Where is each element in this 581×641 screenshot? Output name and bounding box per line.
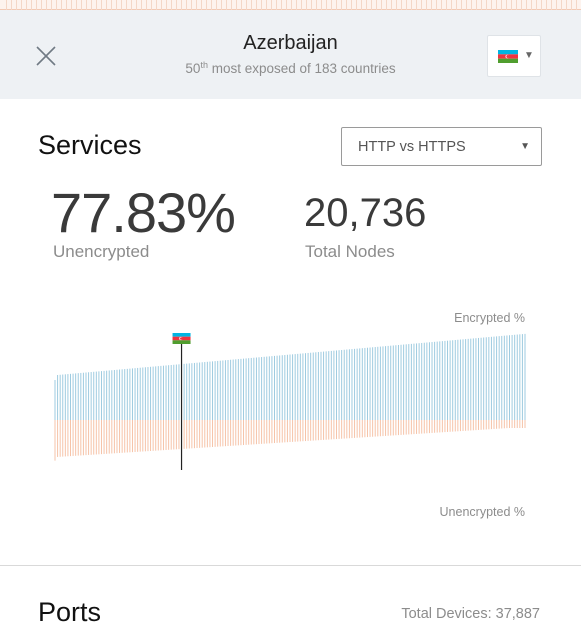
unencrypted-axis-label: Unencrypted % [440,505,525,519]
ports-heading: Ports [38,597,102,627]
service-comparison-value: HTTP vs HTTPS [358,139,466,155]
encrypted-axis-label: Encrypted % [454,311,525,325]
previous-panel-strip [0,0,581,10]
encryption-distribution-chart: Encrypted % Unencrypted % [40,300,540,530]
services-heading: Services [38,130,142,160]
total-nodes-label: Total Nodes [305,242,395,261]
service-comparison-dropdown[interactable]: HTTP vs HTTPS ▼ [341,127,542,166]
country-header: Azerbaijan 50th most exposed of 183 coun… [0,10,581,99]
highlight-flag-icon [172,333,191,344]
country-flag-dropdown[interactable]: ▼ [487,35,541,77]
chevron-down-icon: ▼ [520,141,530,152]
total-nodes-value: 20,736 [304,191,427,235]
unencrypted-label: Unencrypted [53,242,150,261]
total-devices: Total Devices: 37,887 [401,606,540,622]
chevron-down-icon: ▼ [524,50,534,61]
section-divider [0,565,581,566]
azerbaijan-flag-icon [498,50,518,63]
unencrypted-percent: 77.83% [51,181,236,244]
